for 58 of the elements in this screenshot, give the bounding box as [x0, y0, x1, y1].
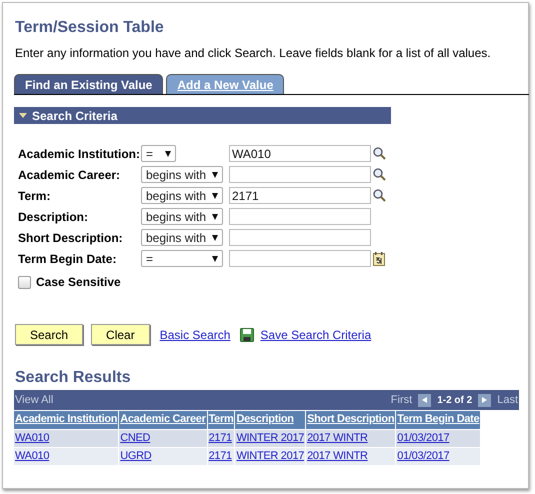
field-label: Term:	[18, 188, 52, 202]
checkbox-label: Case Sensitive	[36, 275, 121, 289]
operator-dropdown[interactable]: begins with	[141, 208, 223, 225]
page-title: Term/Session Table	[15, 19, 165, 38]
column-header[interactable]: Description	[235, 411, 306, 429]
field-label: Academic Institution:	[18, 146, 141, 160]
lookup-icon[interactable]	[372, 147, 386, 160]
action-button[interactable]: Clear	[91, 324, 150, 345]
table-cell-link[interactable]: WA010	[14, 448, 118, 465]
table-cell-link[interactable]: UGRD	[119, 448, 207, 465]
input-field[interactable]	[229, 229, 371, 246]
field-label: Academic Career:	[18, 168, 122, 182]
input-field[interactable]	[229, 166, 371, 183]
operator-dropdown[interactable]: begins with	[141, 166, 223, 183]
column-header[interactable]: Term Begin Date	[396, 411, 480, 429]
table-cell-link[interactable]: 2171	[208, 448, 234, 465]
operator-dropdown[interactable]: begins with	[141, 229, 223, 246]
view-all-link[interactable]: View All	[15, 394, 54, 406]
table-cell-link[interactable]: WINTER 2017	[235, 448, 306, 465]
section-header[interactable]: Search Criteria	[14, 107, 391, 124]
column-header[interactable]: Term	[208, 411, 234, 429]
row-count: 1-2 of 2	[437, 394, 472, 406]
instructions-text: Enter any information you have and click Search. Leave fields blank for a list of all values.	[15, 46, 492, 60]
link[interactable]: Basic Search	[160, 328, 230, 342]
previous-icon[interactable]	[418, 394, 432, 406]
operator-dropdown[interactable]: =	[141, 145, 176, 162]
action-button[interactable]: Search	[15, 324, 84, 345]
operator-dropdown[interactable]: begins with	[141, 187, 223, 204]
input-field[interactable]: 2171	[229, 187, 371, 204]
table-cell-link[interactable]: 01/03/2017	[396, 448, 480, 465]
save-icon[interactable]	[240, 328, 254, 342]
column-header[interactable]: Academic Career	[119, 411, 207, 429]
table-cell-link[interactable]: 01/03/2017	[396, 430, 480, 447]
tab[interactable]: Find an Existing Value	[14, 74, 164, 94]
field-label: Term Begin Date:	[18, 252, 118, 266]
table-cell-link[interactable]: 2017 WINTR	[306, 448, 396, 465]
next-icon[interactable]	[478, 394, 492, 406]
column-header[interactable]: Academic Institution	[14, 411, 118, 429]
input-field[interactable]	[229, 208, 371, 225]
results-heading: Search Results	[15, 369, 132, 387]
last-link[interactable]: Last	[497, 394, 518, 406]
table-cell-link[interactable]: 2171	[208, 430, 234, 447]
table-cell-link[interactable]: 2017 WINTR	[306, 430, 396, 447]
lookup-icon[interactable]	[372, 168, 386, 181]
input-field[interactable]	[229, 250, 371, 267]
table-cell-link[interactable]: WINTER 2017	[235, 430, 306, 447]
field-label: Short Description:	[18, 230, 124, 244]
lookup-icon[interactable]	[372, 189, 386, 202]
case-sensitive-checkbox[interactable]	[18, 276, 31, 288]
field-label: Description:	[18, 210, 90, 224]
column-header[interactable]: Short Description	[306, 411, 396, 429]
first-link[interactable]: First	[390, 394, 412, 406]
link[interactable]: Save Search Criteria	[260, 328, 372, 342]
table-cell-link[interactable]: WA010	[14, 430, 118, 447]
calendar-icon[interactable]	[373, 252, 385, 266]
input-field[interactable]: WA010	[229, 145, 371, 162]
operator-dropdown[interactable]: =	[141, 250, 223, 267]
table-cell-link[interactable]: CNED	[119, 430, 207, 447]
